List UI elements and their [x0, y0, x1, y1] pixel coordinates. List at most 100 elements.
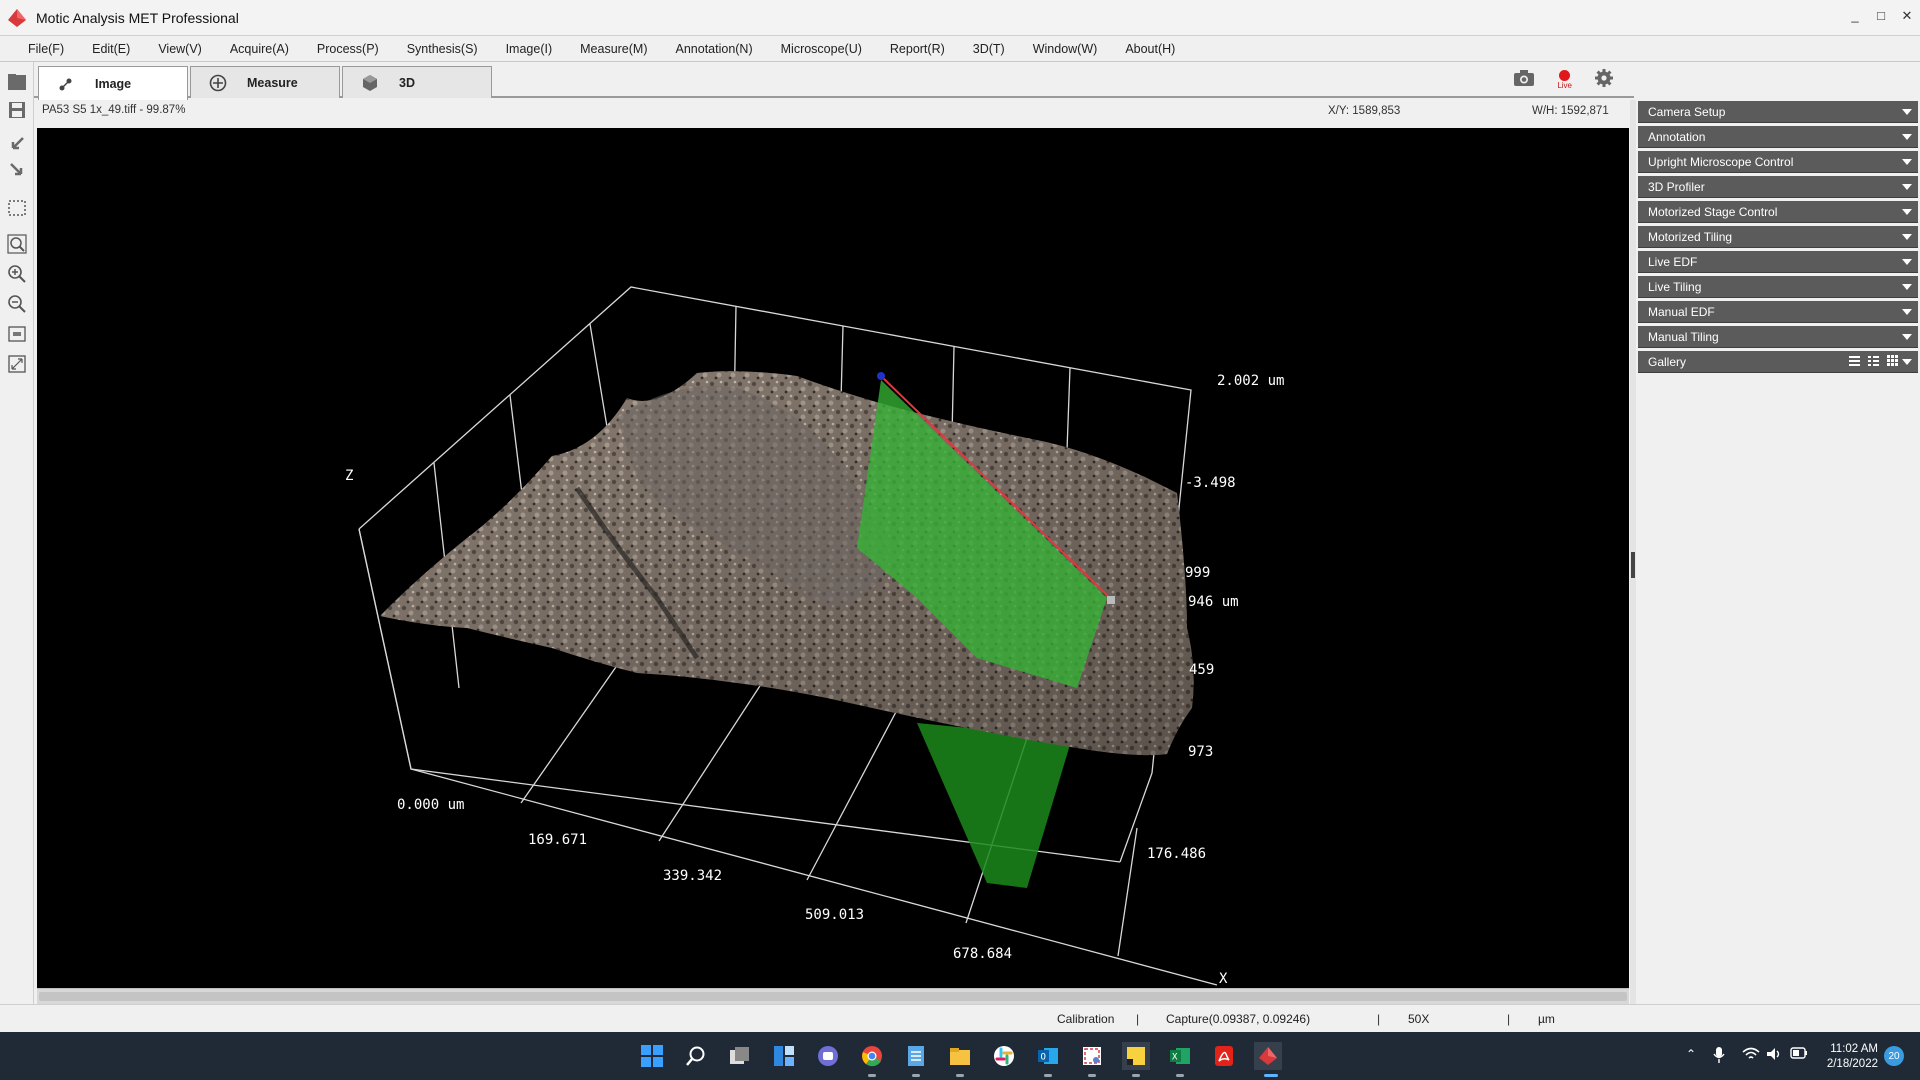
redo-icon[interactable]	[5, 158, 29, 182]
panel-gallery[interactable]: Gallery	[1638, 351, 1918, 373]
actual-size-icon[interactable]	[5, 322, 29, 346]
horizontal-scrollbar[interactable]	[37, 988, 1629, 1004]
dropdown-arrow-icon	[1902, 209, 1912, 215]
close-button[interactable]: ✕	[1900, 8, 1914, 24]
sticky-notes-icon[interactable]	[1122, 1042, 1150, 1070]
zoom-in-icon[interactable]	[5, 262, 29, 286]
z-axis-label: Z	[345, 468, 353, 484]
calibration-status[interactable]: Calibration	[1057, 1012, 1114, 1026]
tab-image-label: Image	[95, 76, 132, 91]
menu-microscope[interactable]: Microscope(U)	[767, 42, 876, 56]
tab-image[interactable]: Image	[38, 66, 188, 100]
menu-view[interactable]: View(V)	[144, 42, 216, 56]
search-icon[interactable]	[682, 1042, 710, 1070]
slack-icon[interactable]	[990, 1042, 1018, 1070]
save-icon[interactable]	[5, 98, 29, 122]
image-tool-icon	[57, 75, 75, 93]
battery-icon[interactable]	[1790, 1047, 1808, 1062]
menu-acquire[interactable]: Acquire(A)	[216, 42, 303, 56]
clock-date: 2/18/2022	[1826, 1058, 1878, 1070]
undo-icon[interactable]	[5, 132, 29, 156]
tray-chevron-icon[interactable]: ⌃	[1686, 1047, 1696, 1061]
panel-manual-edf[interactable]: Manual EDF	[1638, 301, 1918, 323]
windows-start-icon[interactable]	[638, 1042, 666, 1070]
camera-icon[interactable]	[1513, 69, 1535, 90]
z-mid-label: -3.498	[1185, 475, 1236, 491]
menu-annotation[interactable]: Annotation(N)	[662, 42, 767, 56]
x-origin-label: 0.000 um	[397, 797, 464, 813]
excel-icon[interactable]: X	[1166, 1042, 1194, 1070]
cursor-xy: X/Y: 1589,853	[1328, 105, 1401, 117]
splitter-grip[interactable]	[1631, 552, 1635, 578]
profile-end-handle[interactable]	[1107, 596, 1115, 604]
panel-upright-microscope-control[interactable]: Upright Microscope Control	[1638, 151, 1918, 173]
menu-measure[interactable]: Measure(M)	[566, 42, 661, 56]
file-explorer-icon[interactable]	[946, 1042, 974, 1070]
snipping-tool-icon[interactable]	[1078, 1042, 1106, 1070]
tab-measure[interactable]: Measure	[190, 66, 340, 98]
panel-motorized-stage-control[interactable]: Motorized Stage Control	[1638, 201, 1918, 223]
menu-bar: File(F) Edit(E) View(V) Acquire(A) Proce…	[0, 36, 1920, 62]
profile-start-handle[interactable]	[877, 372, 885, 380]
volume-icon[interactable]	[1766, 1047, 1782, 1064]
wifi-icon[interactable]	[1742, 1047, 1760, 1064]
widgets-icon[interactable]	[770, 1042, 798, 1070]
image-wh: W/H: 1592,871	[1532, 105, 1609, 117]
panel-camera-setup[interactable]: Camera Setup	[1638, 101, 1918, 123]
notepad-icon[interactable]	[902, 1042, 930, 1070]
minimize-button[interactable]: _	[1848, 8, 1862, 24]
status-separator: |	[1377, 1012, 1381, 1026]
menu-synthesis[interactable]: Synthesis(S)	[393, 42, 492, 56]
grid-view-icon[interactable]	[1887, 355, 1898, 366]
task-view-icon[interactable]	[726, 1042, 754, 1070]
tab-3d[interactable]: 3D	[342, 66, 492, 98]
menu-3d[interactable]: 3D(T)	[959, 42, 1019, 56]
menu-about[interactable]: About(H)	[1111, 42, 1189, 56]
panel-annotation[interactable]: Annotation	[1638, 126, 1918, 148]
outlook-icon[interactable]: O	[1034, 1042, 1062, 1070]
3d-surface-plot[interactable]: Z X 2.002 um -3.498 999 946 um 459 973 0…	[37, 128, 1629, 988]
measure-icon	[209, 74, 227, 92]
panel-motorized-tiling[interactable]: Motorized Tiling	[1638, 226, 1918, 248]
menu-report[interactable]: Report(R)	[876, 42, 959, 56]
panel-live-tiling[interactable]: Live Tiling	[1638, 276, 1918, 298]
panel-label: Manual Tiling	[1648, 329, 1719, 344]
rectangle-select-icon[interactable]	[5, 196, 29, 220]
notification-badge[interactable]: 20	[1884, 1046, 1904, 1066]
motic-logo-icon	[8, 8, 26, 27]
chrome-icon[interactable]	[858, 1042, 886, 1070]
y-label-2: 946 um	[1188, 594, 1239, 610]
live-button[interactable]: Live	[1557, 69, 1572, 90]
menu-process[interactable]: Process(P)	[303, 42, 393, 56]
gear-icon[interactable]	[1594, 68, 1614, 91]
zoom-region-icon[interactable]	[5, 232, 29, 256]
list-view-icon[interactable]	[1849, 355, 1860, 366]
status-bar: Calibration | Capture(0.09387, 0.09246) …	[0, 1004, 1920, 1032]
panel-live-edf[interactable]: Live EDF	[1638, 251, 1918, 273]
3d-viewport[interactable]: Z X 2.002 um -3.498 999 946 um 459 973 0…	[37, 128, 1629, 988]
acrobat-icon[interactable]	[1210, 1042, 1238, 1070]
panel-label: Upright Microscope Control	[1648, 154, 1794, 169]
menu-window[interactable]: Window(W)	[1019, 42, 1112, 56]
menu-image[interactable]: Image(I)	[492, 42, 567, 56]
panel-manual-tiling[interactable]: Manual Tiling	[1638, 326, 1918, 348]
panel-label: Motorized Tiling	[1648, 229, 1733, 244]
detail-view-icon[interactable]	[1868, 355, 1879, 366]
capture-status: Capture(0.09387, 0.09246)	[1166, 1012, 1311, 1026]
fit-window-icon[interactable]	[5, 352, 29, 376]
dropdown-arrow-icon	[1902, 284, 1912, 290]
maximize-button[interactable]: □	[1874, 8, 1888, 24]
microphone-icon[interactable]	[1713, 1047, 1725, 1066]
menu-edit[interactable]: Edit(E)	[78, 42, 144, 56]
panel-splitter[interactable]	[1630, 100, 1636, 1032]
teams-chat-icon[interactable]	[814, 1042, 842, 1070]
panel-3d-profiler[interactable]: 3D Profiler	[1638, 176, 1918, 198]
open-file-icon[interactable]	[5, 70, 29, 94]
system-clock[interactable]: 11:02 AM 2/18/2022	[1812, 1042, 1878, 1072]
dropdown-arrow-icon	[1902, 184, 1912, 190]
tab-3d-label: 3D	[399, 75, 415, 90]
scrollbar-thumb[interactable]	[39, 992, 1627, 1001]
menu-file[interactable]: File(F)	[14, 42, 78, 56]
zoom-out-icon[interactable]	[5, 292, 29, 316]
motic-icon[interactable]	[1254, 1042, 1282, 1070]
